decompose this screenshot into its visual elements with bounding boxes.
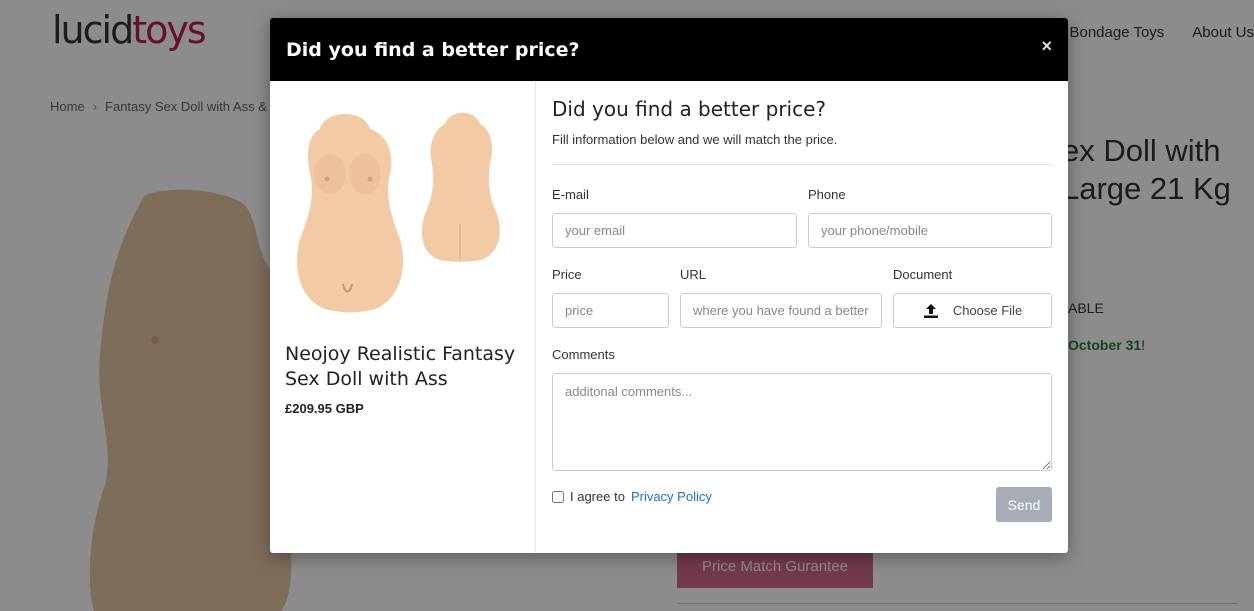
price-field[interactable] bbox=[552, 293, 669, 328]
close-icon[interactable]: × bbox=[1041, 36, 1052, 57]
price-label: Price bbox=[552, 267, 582, 282]
price-match-modal: Did you find a better price? × Neojoy Re… bbox=[270, 18, 1068, 553]
product-summary: Neojoy Realistic Fantasy Sex Doll with A… bbox=[270, 81, 536, 553]
choose-file-label: Choose File bbox=[952, 303, 1023, 318]
form-heading: Did you find a better price? bbox=[552, 97, 827, 121]
comments-label: Comments bbox=[552, 347, 615, 362]
send-button[interactable]: Send bbox=[996, 487, 1052, 522]
form-divider bbox=[552, 164, 1052, 165]
email-field[interactable] bbox=[552, 213, 797, 248]
phone-field[interactable] bbox=[808, 213, 1052, 248]
product-price: £209.95 GBP bbox=[285, 401, 364, 416]
choose-file-button[interactable]: Choose File bbox=[893, 293, 1052, 328]
product-name: Neojoy Realistic Fantasy Sex Doll with A… bbox=[285, 343, 516, 390]
form-subheading: Fill information below and we will match… bbox=[552, 132, 838, 147]
privacy-policy-link[interactable]: Privacy Policy bbox=[631, 489, 712, 504]
modal-body: Neojoy Realistic Fantasy Sex Doll with A… bbox=[270, 81, 1068, 553]
url-field[interactable] bbox=[680, 293, 882, 328]
modal-header: Did you find a better price? × bbox=[270, 18, 1068, 81]
agree-checkbox[interactable] bbox=[552, 490, 564, 503]
product-thumbnail bbox=[296, 112, 500, 313]
modal-title: Did you find a better price? bbox=[286, 38, 580, 61]
url-label: URL bbox=[680, 267, 707, 282]
document-label: Document bbox=[893, 267, 953, 282]
phone-label: Phone bbox=[808, 187, 846, 202]
upload-icon bbox=[923, 303, 938, 318]
agree-row: I agree to Privacy Policy bbox=[552, 489, 712, 504]
price-match-form: Did you find a better price? Fill inform… bbox=[536, 81, 1068, 553]
agree-text: I agree to bbox=[570, 489, 625, 504]
email-label: E-mail bbox=[552, 187, 589, 202]
comments-field[interactable] bbox=[552, 373, 1052, 471]
